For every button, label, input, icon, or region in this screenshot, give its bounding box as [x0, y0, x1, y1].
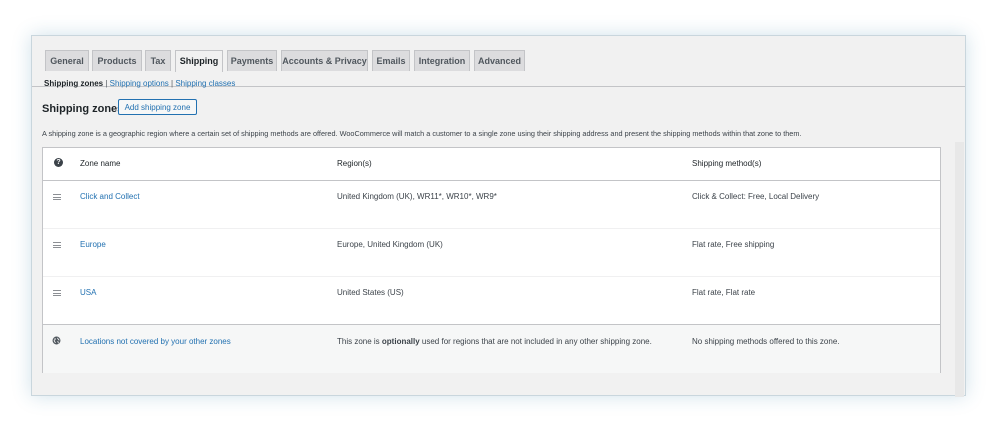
add-shipping-zone-button[interactable]: Add shipping zone [118, 99, 197, 115]
zone-regions: United Kingdom (UK), WR11*, WR10*, WR9* [337, 192, 497, 201]
scrollbar[interactable] [955, 142, 964, 397]
fallback-zone-methods: No shipping methods offered to this zone… [692, 337, 840, 346]
fallback-zone-regions: This zone is optionally used for regions… [337, 337, 652, 346]
zone-name-link[interactable]: Europe [80, 240, 106, 249]
column-regions: Region(s) [337, 159, 372, 168]
tab-integration[interactable]: Integration [414, 50, 470, 71]
tab-tax[interactable]: Tax [145, 50, 171, 71]
column-shipping-methods: Shipping method(s) [692, 159, 762, 168]
section-description: A shipping zone is a geographic region w… [42, 129, 802, 138]
tab-advanced[interactable]: Advanced [474, 50, 525, 71]
subnav-shipping-classes[interactable]: Shipping classes [175, 79, 235, 88]
table-row: Europe Europe, United Kingdom (UK) Flat … [43, 228, 940, 277]
fallback-zone-row: Locations not covered by your other zone… [43, 324, 940, 373]
tab-products[interactable]: Products [92, 50, 142, 71]
table-header: ? Zone name Region(s) Shipping method(s) [43, 148, 940, 181]
zone-methods: Click & Collect: Free, Local Delivery [692, 192, 820, 201]
zone-name-link[interactable]: Click and Collect [80, 192, 140, 201]
table-row: USA United States (US) Flat rate, Flat r… [43, 276, 940, 325]
zone-methods: Flat rate, Flat rate [692, 288, 756, 297]
zone-regions: Europe, United Kingdom (UK) [337, 240, 443, 249]
tab-general[interactable]: General [45, 50, 89, 71]
shipping-zones-table: ? Zone name Region(s) Shipping method(s)… [42, 147, 941, 373]
page-title: Shipping zones [42, 103, 124, 115]
fallback-regions-text: used for regions that are not included i… [419, 337, 652, 346]
help-icon[interactable]: ? [54, 158, 63, 167]
tab-payments[interactable]: Payments [227, 50, 277, 71]
globe-icon [52, 336, 61, 345]
zone-name-link[interactable]: USA [80, 288, 96, 297]
tab-accounts-privacy[interactable]: Accounts & Privacy [281, 50, 368, 71]
shipping-subnav: Shipping zones | Shipping options | Ship… [44, 79, 235, 88]
settings-panel: General Products Tax Shipping Payments A… [31, 35, 966, 397]
drag-handle-icon[interactable] [53, 290, 61, 296]
tab-shipping[interactable]: Shipping [175, 50, 223, 72]
zone-methods: Flat rate, Free shipping [692, 240, 775, 249]
fallback-zone-link[interactable]: Locations not covered by your other zone… [80, 337, 231, 346]
subnav-shipping-options[interactable]: Shipping options [110, 79, 169, 88]
tab-emails[interactable]: Emails [372, 50, 410, 71]
fallback-regions-emphasis: optionally [381, 337, 420, 346]
zone-regions: United States (US) [337, 288, 404, 297]
fallback-regions-text: This zone is [337, 337, 382, 346]
column-zone-name: Zone name [80, 159, 121, 168]
subnav-shipping-zones[interactable]: Shipping zones [44, 79, 103, 88]
drag-handle-icon[interactable] [53, 194, 61, 200]
drag-handle-icon[interactable] [53, 242, 61, 248]
table-row: Click and Collect United Kingdom (UK), W… [43, 180, 940, 229]
